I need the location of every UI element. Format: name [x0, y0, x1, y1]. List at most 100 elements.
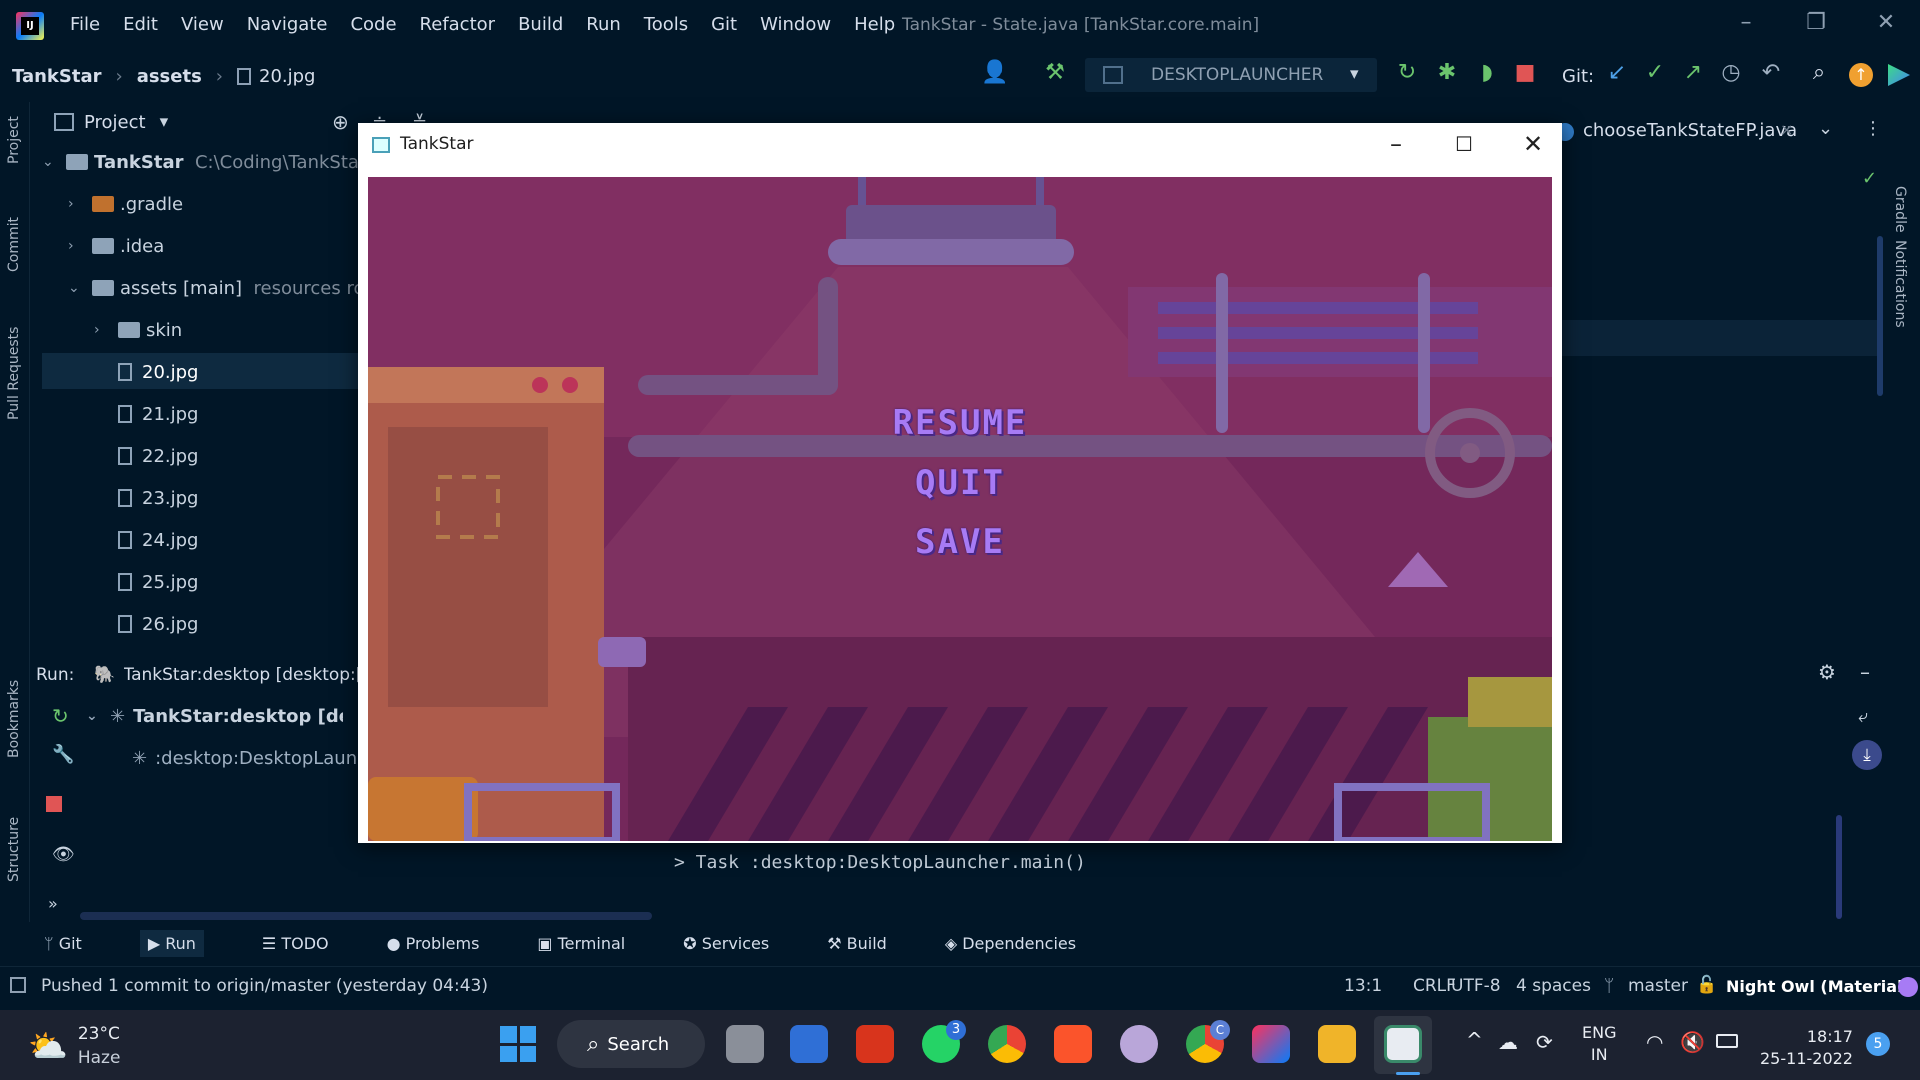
tree-node-file[interactable]: 21.jpg — [118, 394, 198, 434]
quit-button[interactable]: QUIT — [368, 463, 1552, 503]
tab-project[interactable]: Project — [6, 116, 22, 164]
breadcrumb-file[interactable]: 20.jpg — [259, 66, 315, 87]
rerun-icon[interactable]: ↻ — [52, 704, 69, 728]
tab-structure[interactable]: Structure — [6, 817, 22, 882]
onedrive-icon[interactable]: ☁ — [1498, 1030, 1518, 1054]
tool-tab-terminal[interactable]: ▣ Terminal — [537, 934, 625, 953]
hide-panel-icon[interactable]: – — [1860, 660, 1870, 684]
rerun-icon[interactable]: ↻ — [1392, 60, 1422, 85]
indent-setting[interactable]: 4 spaces — [1516, 976, 1591, 996]
chevron-down-icon[interactable]: ⌄ — [1818, 118, 1833, 139]
horizontal-scrollbar[interactable] — [80, 912, 652, 920]
intellij-logo-icon[interactable]: IJ — [16, 12, 44, 40]
menu-help[interactable]: Help — [854, 14, 895, 35]
stop-icon[interactable] — [46, 796, 62, 812]
lock-icon[interactable]: 🔓 — [1696, 975, 1717, 995]
tool-tab-build[interactable]: ⚒ Build — [827, 934, 887, 953]
more-icon[interactable]: ⋮ — [1864, 118, 1882, 139]
coverage-icon[interactable]: ◗ — [1472, 60, 1502, 85]
rollback-icon[interactable]: ↶ — [1756, 60, 1786, 85]
close-icon[interactable]: ✕ — [1866, 10, 1906, 35]
locate-icon[interactable]: ⊕ — [332, 110, 349, 134]
git-push-icon[interactable]: ↗ — [1678, 60, 1708, 85]
stop-icon[interactable]: ■ — [1510, 60, 1540, 85]
editor-tab-active[interactable]: chooseTankStateFP.java — [1583, 120, 1797, 141]
menu-file[interactable]: File — [70, 14, 100, 35]
game-window-taskbar-icon[interactable] — [1384, 1025, 1422, 1063]
debug-icon[interactable]: ✱ — [1432, 60, 1462, 85]
wifi-icon[interactable]: ◠ — [1646, 1030, 1663, 1054]
tree-node-file[interactable]: 24.jpg — [118, 520, 198, 560]
minimize-icon[interactable]: – — [1726, 10, 1766, 35]
game-maximize-icon[interactable]: ☐ — [1444, 129, 1484, 159]
menu-view[interactable]: View — [181, 14, 224, 35]
save-button[interactable]: SAVE — [368, 522, 1552, 562]
input-language[interactable]: ENG IN — [1582, 1022, 1616, 1066]
plugin-icon[interactable] — [1888, 64, 1910, 86]
menu-code[interactable]: Code — [350, 14, 396, 35]
intellij-taskbar-icon[interactable] — [1252, 1025, 1290, 1063]
history-icon[interactable]: ◷ — [1716, 60, 1746, 85]
search-icon[interactable]: ⌕ — [1804, 60, 1834, 85]
battery-icon[interactable] — [1716, 1034, 1738, 1048]
microsoft-store-icon[interactable] — [790, 1025, 828, 1063]
tab-commit[interactable]: Commit — [6, 217, 22, 272]
file-encoding[interactable]: UTF-8 — [1451, 976, 1501, 996]
game-minimize-icon[interactable]: – — [1376, 129, 1416, 159]
tree-node-file[interactable]: 22.jpg — [118, 436, 198, 476]
chevron-down-icon[interactable]: ▾ — [160, 112, 169, 132]
status-panel-icon[interactable] — [10, 977, 26, 993]
tab-pull-requests[interactable]: Pull Requests — [6, 327, 22, 420]
gear-icon[interactable]: ⚙ — [1818, 660, 1836, 684]
tool-tab-git[interactable]: ᛘ Git — [44, 934, 82, 953]
run-tree-child[interactable]: ✳ :desktop:DesktopLaunche — [132, 738, 365, 778]
task-view-icon[interactable] — [726, 1025, 764, 1063]
git-commit-icon[interactable]: ✓ — [1640, 60, 1670, 85]
user-icon[interactable]: 👤 — [980, 60, 1010, 85]
game-window-titlebar[interactable]: TankStar – ☐ ✕ — [358, 123, 1562, 167]
tree-node-file[interactable]: 20.jpg — [118, 352, 198, 392]
line-separator[interactable]: CRLF — [1413, 976, 1456, 996]
theme-name[interactable]: Night Owl (Material) — [1726, 977, 1910, 996]
soft-wrap-icon[interactable]: ⤶ — [1858, 706, 1868, 727]
game-close-icon[interactable]: ✕ — [1513, 129, 1553, 159]
run-configuration-dropdown[interactable]: DESKTOPLAUNCHER ▾ — [1085, 58, 1377, 92]
menu-git[interactable]: Git — [711, 14, 737, 35]
tor-browser-icon[interactable] — [1120, 1025, 1158, 1063]
tab-gradle[interactable]: Gradle — [1892, 186, 1908, 233]
show-hidden-icons-icon[interactable]: ^ — [1466, 1028, 1483, 1052]
menu-navigate[interactable]: Navigate — [247, 14, 328, 35]
system-clock[interactable]: 18:17 25-11-2022 — [1760, 1026, 1853, 1070]
tree-node-idea[interactable]: › .idea — [68, 226, 164, 266]
chrome-icon[interactable] — [988, 1025, 1026, 1063]
git-branch[interactable]: master — [1628, 976, 1688, 996]
tree-node-gradle[interactable]: › .gradle — [68, 184, 183, 224]
menu-run[interactable]: Run — [586, 14, 621, 35]
windows-start-icon[interactable] — [500, 1026, 536, 1062]
tool-tab-problems[interactable]: ● Problems — [387, 934, 480, 953]
close-tab-icon[interactable]: × — [1780, 120, 1793, 139]
resume-button[interactable]: RESUME — [368, 403, 1552, 443]
volume-muted-icon[interactable]: 🔇 — [1680, 1030, 1705, 1054]
file-explorer-icon[interactable] — [1318, 1025, 1356, 1063]
menu-edit[interactable]: Edit — [123, 14, 158, 35]
tool-tab-run[interactable]: ▶ Run — [139, 929, 204, 957]
tree-node-assets[interactable]: ⌄ assets [main] resources root — [68, 268, 383, 308]
breadcrumb-folder[interactable]: assets — [137, 66, 202, 87]
tab-notifications[interactable]: Notifications — [1892, 240, 1908, 328]
office-icon[interactable] — [856, 1025, 894, 1063]
menu-refactor[interactable]: Refactor — [420, 14, 496, 35]
tool-tab-todo[interactable]: ☰ TODO — [262, 934, 329, 953]
tab-bookmarks[interactable]: Bookmarks — [6, 680, 22, 758]
build-hammer-icon[interactable]: ⚒ — [1040, 60, 1070, 85]
menu-window[interactable]: Window — [760, 14, 831, 35]
tool-tab-services[interactable]: ✪ Services — [683, 934, 769, 953]
status-message[interactable]: Pushed 1 commit to origin/master (yester… — [41, 976, 488, 996]
menu-tools[interactable]: Tools — [644, 14, 688, 35]
sync-icon[interactable]: ⟳ — [1536, 1030, 1553, 1054]
restore-icon[interactable]: ❐ — [1796, 10, 1836, 35]
brave-icon[interactable] — [1054, 1025, 1092, 1063]
tree-node-file[interactable]: 23.jpg — [118, 478, 198, 518]
run-tab[interactable]: TankStar:desktop [desktop:[ — [124, 665, 374, 685]
tree-node-skin[interactable]: › skin — [94, 310, 182, 350]
